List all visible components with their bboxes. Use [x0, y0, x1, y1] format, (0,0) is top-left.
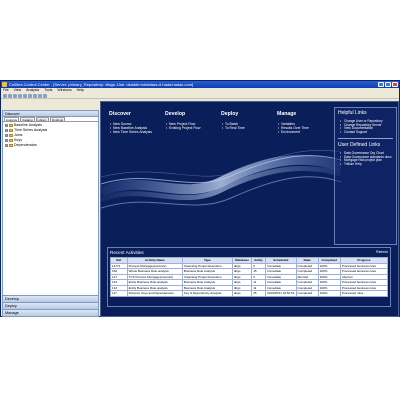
folder-icon [9, 134, 13, 137]
refresh-icon[interactable] [38, 93, 42, 98]
close-button[interactable] [392, 82, 398, 87]
analysis-tree: + Baseline Analysis + Time Series Analysis… [3, 122, 98, 149]
maximize-button[interactable] [385, 82, 391, 87]
link-contact-support[interactable]: Contact Support [338, 130, 393, 135]
menu-help[interactable]: Help [77, 88, 84, 93]
window-title: Collibra Control Center - [Server: prima… [9, 82, 194, 87]
tab-library[interactable]: Library [35, 117, 49, 122]
manage-panel-header[interactable]: Manage [3, 309, 98, 316]
develop-panel-header[interactable]: Develop [3, 295, 98, 302]
table-cell: Processed rules [339, 290, 389, 297]
minimize-button[interactable] [378, 82, 384, 87]
left-panel: Discover Analysis Catalog Library Findin… [2, 110, 99, 317]
table-cell: Discover Keys and Dependencies [126, 290, 184, 297]
expand-icon[interactable]: + [5, 144, 8, 147]
tree-item-label: Dependencies [14, 143, 37, 147]
section-develop: Develop New Project Flow Existing Projec… [165, 111, 221, 134]
user-defined-links-title: User Defined Links [338, 141, 381, 148]
table-cell: 25 [251, 290, 267, 297]
refresh-link[interactable]: Refresh [376, 250, 388, 255]
divider [338, 137, 393, 139]
section-discover: Discover New Source New Baseline Analysi… [109, 111, 165, 134]
folder-icon [9, 124, 13, 127]
deploy-panel-header[interactable]: Deploy [3, 302, 98, 309]
menu-windows[interactable]: Windows [57, 88, 71, 93]
menu-tools[interactable]: Tools [44, 88, 52, 93]
column-header[interactable]: Metabase [231, 257, 253, 264]
table-cell: Completed [295, 290, 319, 297]
user-link[interactable]: Trillium Help [338, 162, 393, 167]
table-cell: Key & Dependency Analysis [182, 290, 233, 297]
tab-analysis[interactable]: Analysis [4, 117, 20, 122]
print-icon[interactable] [18, 93, 22, 98]
link-new-time-series-analysis[interactable]: New Time Series Analysis [109, 130, 165, 135]
cut-icon[interactable] [23, 93, 27, 98]
table-cell: 117 [110, 290, 128, 297]
section-title: Deploy [221, 111, 239, 117]
recent-activities-rows: 14771 Process Mortgage(executor) Cleansing… [110, 262, 389, 297]
menu-file[interactable]: File [3, 88, 9, 93]
left-bottom-panels: Develop Deploy Manage [3, 295, 98, 316]
expand-icon[interactable]: + [5, 134, 8, 137]
copy-icon[interactable] [28, 93, 32, 98]
folder-icon [9, 139, 13, 142]
expand-icon[interactable]: + [5, 129, 8, 132]
new-icon[interactable] [3, 93, 7, 98]
recent-activities-table: Ref Activity Name Type Metabase Entity S… [110, 257, 389, 297]
folder-icon [9, 144, 13, 147]
save-icon[interactable] [13, 93, 17, 98]
app-icon [2, 82, 7, 87]
help-icon[interactable] [43, 93, 47, 98]
tree-item[interactable]: + Dependencies [5, 143, 96, 148]
table-row[interactable]: 117 Discover Keys and Dependencies Key & D… [110, 290, 389, 297]
expand-icon[interactable]: + [5, 139, 8, 142]
table-cell: 2010/06/11 16:52:54 [265, 290, 297, 297]
section-deploy: Deploy To Batch To Real Time [221, 111, 277, 134]
recent-activities-box: Recent Activities Refresh Ref Activity N… [107, 247, 391, 307]
open-icon[interactable] [8, 93, 12, 98]
tab-findings[interactable]: Findings [49, 117, 66, 122]
helpful-links-title: Helpful Links [338, 110, 367, 116]
section-title: Discover [109, 111, 131, 117]
main-panel: Discover New Source New Baseline Analysi… [100, 101, 399, 317]
link-existing-project-flow[interactable]: Existing Project Flow [165, 126, 221, 131]
folder-icon [9, 129, 13, 132]
application-window: Collibra Control Center - [Server: prima… [0, 80, 400, 317]
title-bar: Collibra Control Center - [Server: prima… [1, 81, 399, 88]
recent-activities-header: Recent Activities Refresh [110, 250, 388, 255]
section-title: Develop [165, 111, 186, 117]
expand-icon[interactable]: + [5, 124, 8, 127]
link-to-real-time[interactable]: To Real Time [221, 126, 277, 131]
section-title: Manage [277, 111, 297, 117]
table-cell: 100% [317, 290, 341, 297]
recent-activities-title: Recent Activities [110, 250, 144, 255]
helpful-links-box: Helpful Links Change User or Repository … [334, 107, 397, 245]
link-environment[interactable]: Environment [277, 130, 333, 135]
table-cell: dtrgs [231, 290, 253, 297]
quick-sections: Discover New Source New Baseline Analysi… [109, 111, 333, 134]
paste-icon[interactable] [33, 93, 37, 98]
menu-analysis[interactable]: Analysis [26, 88, 39, 93]
menu-view[interactable]: View [14, 88, 22, 93]
tab-catalog[interactable]: Catalog [20, 117, 35, 122]
wave-background [101, 150, 341, 209]
toolbar [1, 93, 399, 99]
section-manage: Manage Variables Results Over Time Envir… [277, 111, 333, 134]
